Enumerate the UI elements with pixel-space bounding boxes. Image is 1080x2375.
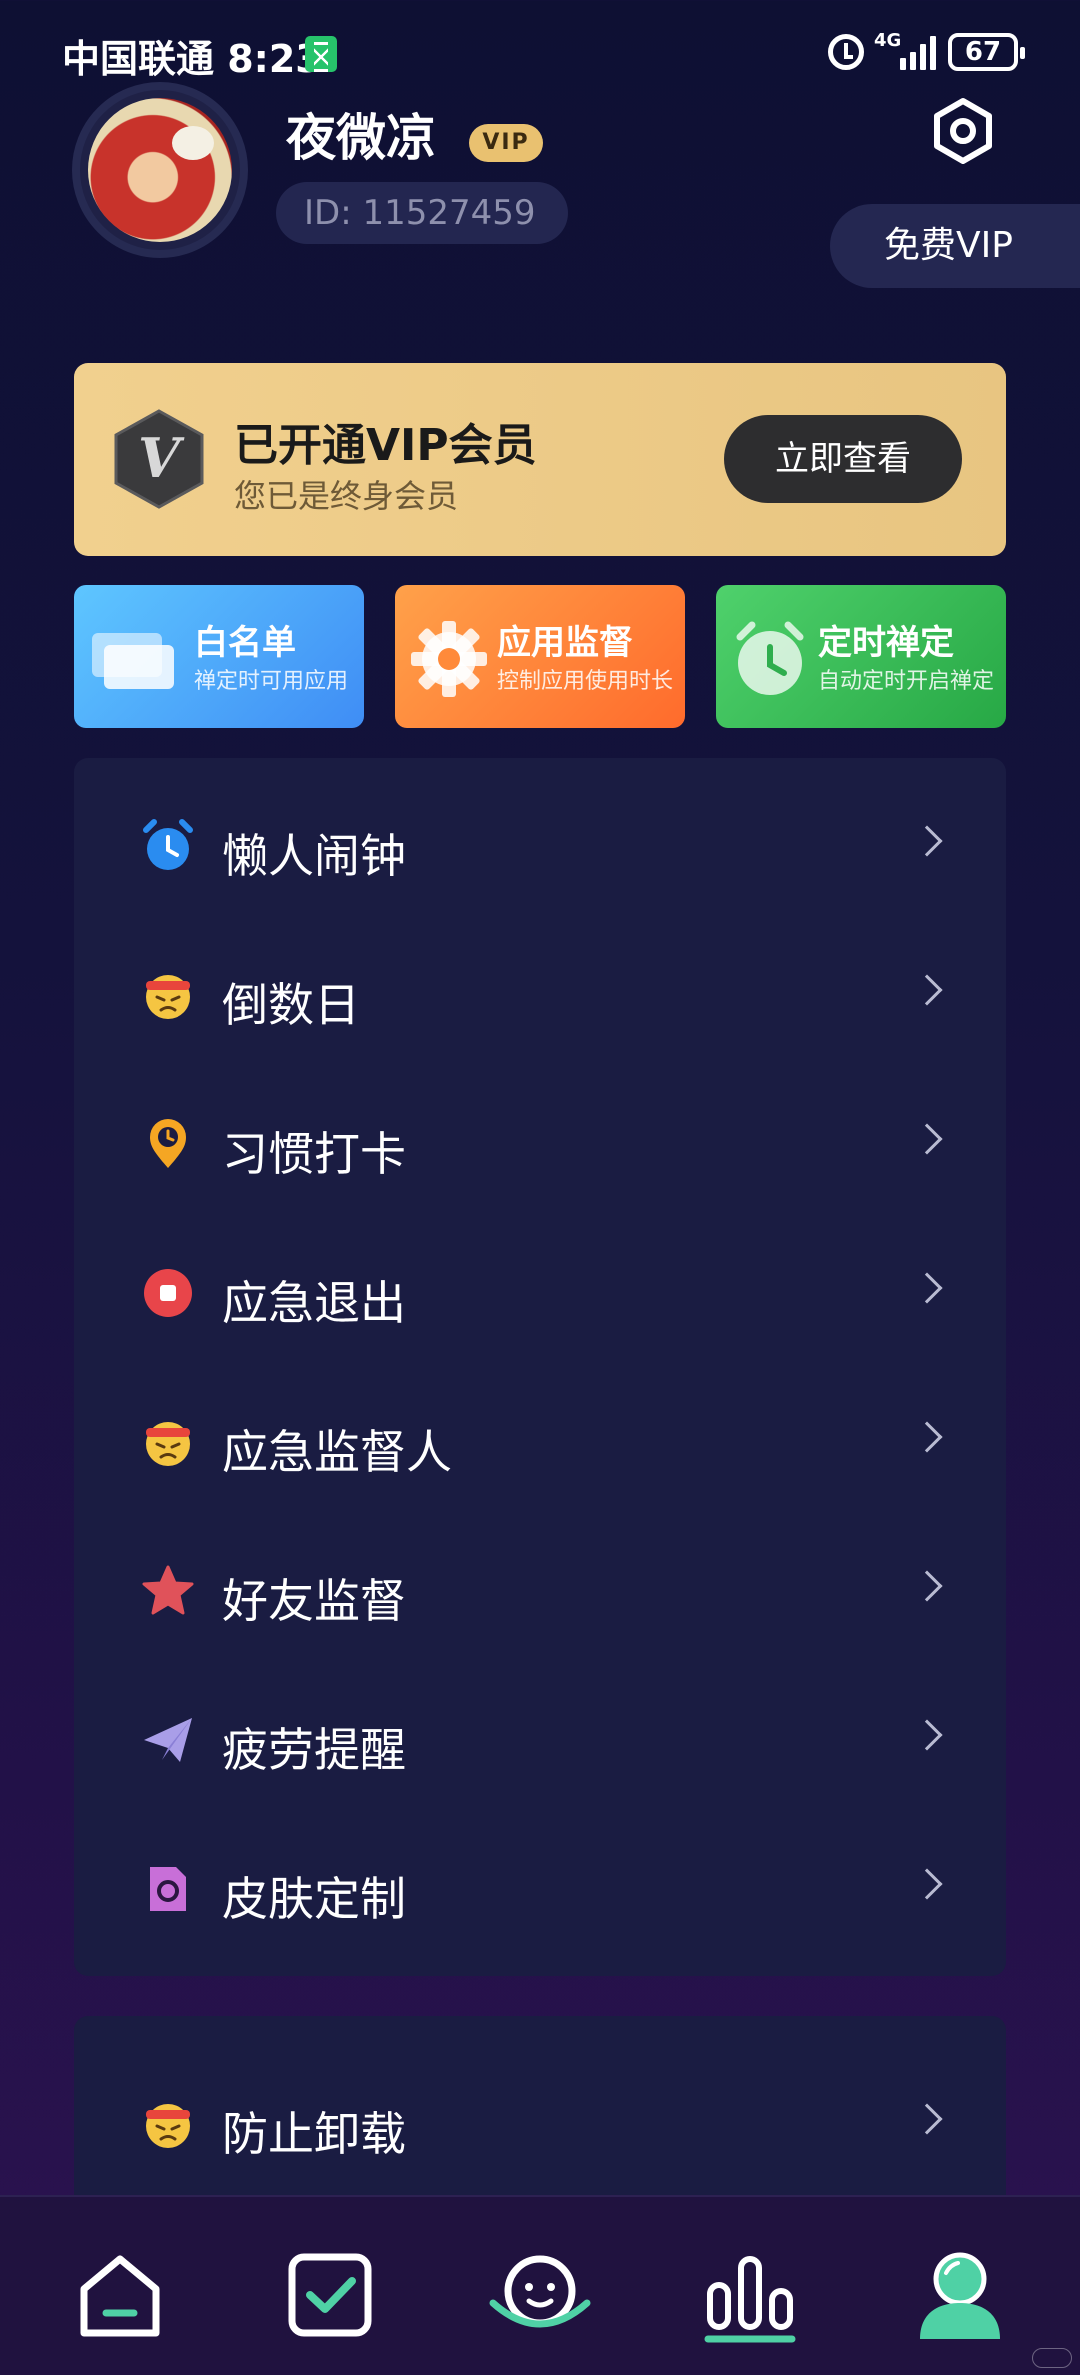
angry-face-icon: [146, 2104, 190, 2148]
skin-file-icon: [150, 1867, 186, 1911]
chevron-right-icon: [911, 1421, 943, 1453]
vip-logo-icon: V: [114, 409, 204, 509]
location-pin-clock-icon: [150, 1119, 186, 1168]
menu-card: 懒人闹钟 倒数日 习惯打卡 应急退出 应急监督人 好友监督 疲劳提醒 皮肤定制: [74, 758, 1006, 1976]
menu-item-label: 防止卸载: [222, 2107, 406, 2161]
chevron-right-icon: [911, 825, 943, 857]
vip-card-subtitle: 您已是终身会员: [234, 477, 459, 515]
chevron-right-icon: [911, 1123, 943, 1155]
menu-item-emergency-exit[interactable]: 应急退出: [74, 1233, 1006, 1353]
stop-icon: [144, 1269, 192, 1317]
profile-icon: [920, 2252, 1000, 2339]
cards-icon: [92, 633, 174, 689]
nav-home[interactable]: [70, 2245, 170, 2345]
view-vip-button[interactable]: 立即查看: [724, 415, 962, 503]
tile-whitelist-subtitle: 禅定时可用应用: [194, 669, 349, 694]
chevron-right-icon: [911, 1719, 943, 1751]
menu-item-lazy-alarm[interactable]: 懒人闹钟: [74, 786, 1006, 906]
menu-item-label: 应急退出: [222, 1276, 406, 1330]
vip-card-title: 已开通VIP会员: [234, 420, 537, 471]
chevron-right-icon: [911, 974, 943, 1006]
battery-indicator: 67: [948, 33, 1025, 71]
angry-face-icon: [146, 975, 190, 1019]
gear-icon: [411, 621, 487, 697]
bottom-navigation: [0, 2195, 1080, 2375]
menu-item-countdown[interactable]: 倒数日: [74, 935, 1006, 1055]
stats-icon: [704, 2256, 796, 2343]
menu-item-friend-supervision[interactable]: 好友监督: [74, 1531, 1006, 1651]
hourglass-icon: [305, 36, 337, 72]
settings-button[interactable]: [928, 96, 998, 166]
checklist-icon: [288, 2253, 372, 2337]
chevron-right-icon: [911, 1570, 943, 1602]
menu-item-label: 倒数日: [222, 978, 360, 1032]
star-icon: [142, 1565, 194, 1615]
tile-app-monitor-subtitle: 控制应用使用时长: [497, 669, 674, 694]
network-label: 4G: [874, 30, 902, 51]
nav-discover[interactable]: [485, 2245, 595, 2345]
menu-item-label: 好友监督: [222, 1574, 406, 1628]
planet-icon: [489, 2255, 591, 2328]
nav-tasks[interactable]: [280, 2245, 380, 2345]
vip-badge: VIP: [469, 124, 543, 162]
tile-scheduled-focus-subtitle: 自动定时开启禅定: [818, 669, 995, 694]
menu-card-secondary: 防止卸载: [74, 2016, 1006, 2196]
menu-item-habit-checkin[interactable]: 习惯打卡: [74, 1084, 1006, 1204]
tile-app-monitor[interactable]: 应用监督 控制应用使用时长: [395, 585, 685, 728]
alarm-clock-icon: [736, 621, 804, 695]
angry-face-icon: [146, 1422, 190, 1466]
avatar[interactable]: [72, 82, 248, 258]
chevron-right-icon: [911, 1868, 943, 1900]
tile-scheduled-focus[interactable]: 定时禅定 自动定时开启禅定: [716, 585, 1006, 728]
home-icon: [80, 2255, 160, 2337]
menu-item-label: 应急监督人: [222, 1425, 452, 1479]
menu-item-skin-customization[interactable]: 皮肤定制: [74, 1829, 1006, 1949]
menu-item-label: 皮肤定制: [222, 1872, 406, 1926]
alarm-status-icon: [828, 34, 864, 70]
username: 夜微凉: [286, 109, 436, 167]
menu-item-label: 懒人闹钟: [222, 829, 406, 883]
avatar-image: [88, 98, 232, 242]
nav-profile[interactable]: [910, 2245, 1010, 2345]
menu-item-label: 习惯打卡: [222, 1127, 406, 1181]
vip-membership-card[interactable]: V 已开通VIP会员 您已是终身会员 立即查看: [74, 363, 1006, 556]
tile-app-monitor-title: 应用监督: [497, 623, 633, 663]
watermark: [1032, 2348, 1072, 2368]
tile-whitelist[interactable]: 白名单 禅定时可用应用: [74, 585, 364, 728]
tile-scheduled-focus-title: 定时禅定: [818, 623, 954, 663]
paper-plane-icon: [144, 1718, 192, 1762]
menu-item-emergency-supervisor[interactable]: 应急监督人: [74, 1382, 1006, 1502]
alarm-clock-icon: [143, 819, 193, 870]
hexagon-gear-icon: [934, 98, 992, 164]
tile-whitelist-title: 白名单: [194, 623, 296, 663]
vip-logo-letter: V: [138, 426, 185, 490]
menu-item-prevent-uninstall[interactable]: 防止卸载: [74, 2064, 1006, 2184]
user-id: ID: 11527459: [276, 182, 568, 244]
carrier-time: 中国联通 8:23: [62, 37, 322, 81]
chevron-right-icon: [911, 2103, 943, 2135]
menu-item-fatigue-reminder[interactable]: 疲劳提醒: [74, 1680, 1006, 1800]
menu-item-label: 疲劳提醒: [222, 1723, 406, 1777]
nav-stats[interactable]: [700, 2245, 800, 2345]
chevron-right-icon: [911, 1272, 943, 1304]
free-vip-button[interactable]: 免费VIP: [830, 204, 1080, 288]
signal-icon: [900, 34, 940, 70]
